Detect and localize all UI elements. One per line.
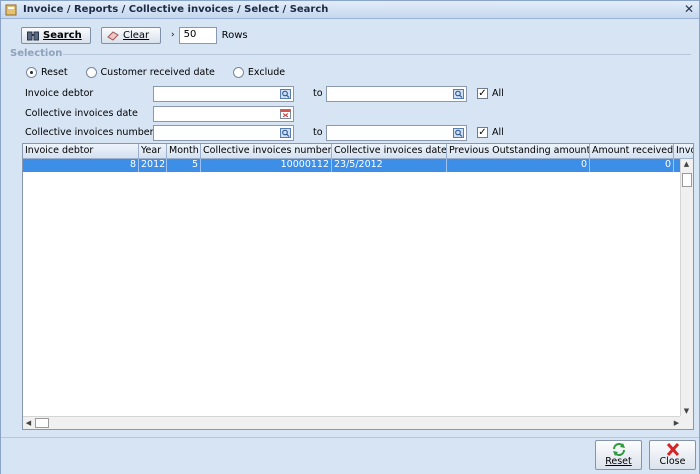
calendar-icon[interactable] — [280, 109, 291, 119]
cell-previous-outstanding-amount[interactable]: 0 — [447, 159, 590, 172]
cell-month[interactable]: 5 — [167, 159, 201, 172]
lookup-icon[interactable] — [280, 128, 291, 138]
vertical-scrollbar[interactable]: ▲ ▼ — [680, 159, 693, 416]
scroll-up-icon[interactable]: ▲ — [681, 160, 692, 168]
scroll-down-icon[interactable]: ▼ — [681, 407, 692, 415]
column-header-month[interactable]: Month — [167, 144, 201, 159]
invoice-debtor-to-field[interactable] — [326, 86, 467, 102]
cell-year[interactable]: 2012 — [139, 159, 167, 172]
lookup-icon[interactable] — [453, 128, 464, 138]
radio-reset-label: Reset — [41, 67, 68, 78]
collective-invoices-number-label: Collective invoices number — [25, 127, 154, 138]
radio-exclude[interactable]: Exclude — [232, 67, 286, 78]
lookup-icon[interactable] — [453, 89, 464, 99]
invoice-debtor-all-checkbox[interactable]: ✓ — [477, 88, 488, 99]
radio-reset[interactable]: Reset — [26, 67, 68, 78]
table-row[interactable]: 8 2012 5 10000112 23/5/2012 0 0 — [23, 159, 693, 172]
scrollbar-corner — [680, 416, 693, 429]
collective-invoices-number-all-checkbox[interactable]: ✓ — [477, 127, 488, 138]
selection-title: Selection — [10, 48, 63, 59]
binoculars-icon — [27, 31, 39, 40]
radio-customer-received-date-label: Customer received date — [100, 67, 215, 78]
reset-button[interactable]: Reset — [595, 440, 642, 470]
results-grid[interactable]: Invoice debtor Year Month Collective inv… — [22, 143, 694, 430]
toolbar: Search Clear › 50 Rows — [21, 26, 248, 44]
radio-customer-received-date-dot[interactable] — [85, 67, 97, 78]
radio-customer-received-date[interactable]: Customer received date — [85, 67, 215, 78]
clear-button-label: Clear — [123, 29, 150, 41]
close-red-icon — [666, 443, 679, 456]
refresh-icon — [612, 443, 625, 456]
close-button-label: Close — [659, 456, 686, 467]
eraser-icon — [107, 30, 119, 41]
invoice-debtor-from-field[interactable] — [153, 86, 294, 102]
collective-invoices-number-all-label: All — [492, 127, 504, 138]
column-header-previous-outstanding-amount[interactable]: Previous Outstanding amount — [447, 144, 590, 159]
horizontal-scroll-thumb[interactable] — [35, 418, 49, 428]
clear-button[interactable]: Clear — [101, 26, 161, 44]
collective-invoices-date-field[interactable] — [153, 106, 294, 122]
horizontal-scrollbar[interactable]: ◀ ▶ — [23, 416, 682, 429]
window-icon — [5, 4, 17, 15]
cell-invoice-debtor[interactable]: 8 — [23, 159, 139, 172]
invoice-debtor-label: Invoice debtor — [25, 88, 94, 99]
reset-button-label: Reset — [605, 456, 632, 467]
collective-invoices-number-to-field[interactable] — [326, 125, 467, 141]
window-title: Invoice / Reports / Collective invoices … — [23, 4, 329, 15]
rows-label: Rows — [221, 29, 248, 41]
collective-invoices-number-from-field[interactable] — [153, 125, 294, 141]
lookup-icon[interactable] — [280, 89, 291, 99]
close-button[interactable]: Close — [649, 440, 696, 470]
cell-collective-invoices-date[interactable]: 23/5/2012 — [332, 159, 447, 172]
grid-header: Invoice debtor Year Month Collective inv… — [23, 144, 693, 159]
search-button-label: Search — [43, 29, 82, 41]
collective-invoices-date-label: Collective invoices date — [25, 108, 138, 119]
column-header-invoice-debtor[interactable]: Invoice debtor — [23, 144, 139, 159]
vertical-scroll-thumb[interactable] — [682, 173, 692, 187]
radio-reset-dot[interactable] — [26, 67, 37, 78]
collective-invoices-number-to-label: to — [313, 127, 323, 138]
window: Invoice / Reports / Collective invoices … — [0, 0, 700, 474]
radio-exclude-dot[interactable] — [232, 67, 244, 78]
selection-divider — [63, 54, 691, 55]
cell-collective-invoices-number[interactable]: 10000112 — [201, 159, 332, 172]
column-header-collective-invoices-date[interactable]: Collective invoices date — [332, 144, 447, 159]
selection-radio-group: Reset Customer received date Exclude — [26, 67, 303, 78]
close-icon[interactable]: ✕ — [683, 3, 695, 15]
search-button[interactable]: Search — [21, 26, 91, 44]
scroll-left-icon[interactable]: ◀ — [23, 419, 34, 427]
title-bar: Invoice / Reports / Collective invoices … — [1, 1, 699, 19]
radio-exclude-label: Exclude — [247, 67, 286, 78]
invoice-debtor-to-label: to — [313, 88, 323, 99]
column-header-year[interactable]: Year — [139, 144, 167, 159]
invoice-debtor-all-label: All — [492, 88, 504, 99]
column-header-invo[interactable]: Invo — [674, 144, 693, 159]
column-header-amount-received[interactable]: Amount received — [590, 144, 674, 159]
rows-input[interactable]: 50 — [178, 26, 217, 44]
column-header-collective-invoices-number[interactable]: Collective invoices number — [201, 144, 332, 159]
cell-amount-received[interactable]: 0 — [590, 159, 674, 172]
rows-arrow-icon: › — [171, 30, 175, 40]
